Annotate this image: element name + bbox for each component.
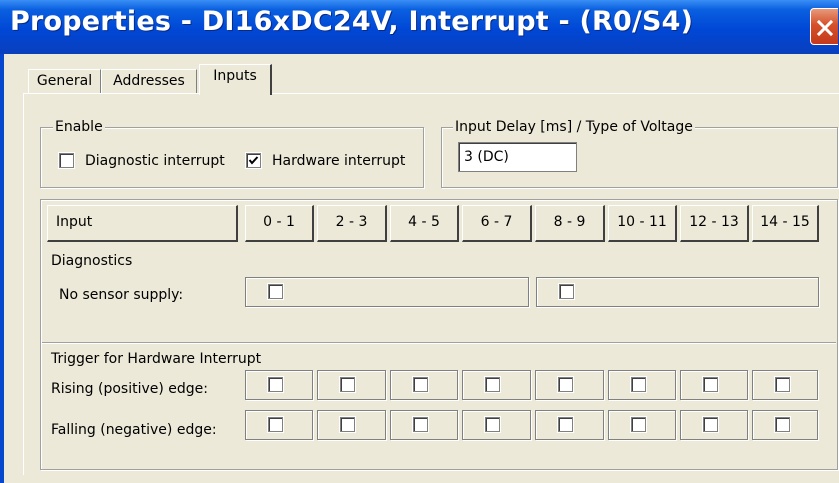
no-sensor-supply-checkbox-1[interactable] — [267, 283, 284, 300]
rising-edge-label: Rising (positive) edge: — [51, 381, 209, 397]
column-header-7: 14 - 15 — [752, 205, 819, 242]
input-delay-select[interactable]: 3 (DC) — [458, 142, 577, 172]
column-header-1: 2 - 3 — [317, 205, 387, 242]
diagnostics-section-label: Diagnostics — [51, 253, 133, 269]
no-sensor-supply-checkbox-2[interactable] — [558, 283, 575, 300]
close-icon — [816, 19, 834, 37]
title-bar: Properties - DI16xDC24V, Interrupt - (R0… — [0, 0, 839, 54]
rising-edge-cell-6 — [680, 370, 748, 400]
falling-edge-checkbox-1[interactable] — [339, 416, 356, 433]
rising-edge-cell-7 — [752, 370, 818, 400]
falling-edge-checkbox-2[interactable] — [412, 416, 429, 433]
rising-edge-cell-3 — [462, 370, 531, 400]
close-button[interactable] — [810, 8, 838, 45]
trigger-section-label: Trigger for Hardware Interrupt — [51, 351, 262, 367]
falling-edge-checkbox-5[interactable] — [630, 416, 647, 433]
rising-edge-checkbox-0[interactable] — [267, 376, 284, 393]
falling-edge-label: Falling (negative) edge: — [51, 422, 217, 438]
tab-addresses[interactable]: Addresses — [101, 69, 197, 93]
no-sensor-supply-cell-2 — [536, 277, 819, 307]
column-header-0: 0 - 1 — [245, 205, 314, 242]
enable-group-title: Enable — [53, 119, 105, 135]
input-delay-group-title: Input Delay [ms] / Type of Voltage — [453, 119, 695, 135]
falling-edge-checkbox-6[interactable] — [702, 416, 719, 433]
rising-edge-cell-1 — [317, 370, 386, 400]
falling-edge-checkbox-7[interactable] — [774, 416, 791, 433]
falling-edge-cell-7 — [752, 410, 818, 440]
falling-edge-checkbox-3[interactable] — [484, 416, 501, 433]
falling-edge-cell-2 — [390, 410, 458, 440]
input-delay-value: 3 (DC) — [464, 149, 509, 165]
tab-inputs[interactable]: Inputs — [199, 64, 272, 95]
rising-edge-checkbox-7[interactable] — [774, 376, 791, 393]
rising-edge-checkbox-3[interactable] — [484, 376, 501, 393]
section-divider — [42, 342, 836, 344]
rising-edge-cell-0 — [245, 370, 313, 400]
table-header-input-label: Input — [56, 214, 93, 230]
rising-edge-checkbox-5[interactable] — [630, 376, 647, 393]
rising-edge-checkbox-1[interactable] — [339, 376, 356, 393]
falling-edge-cell-6 — [680, 410, 748, 440]
rising-edge-cell-2 — [390, 370, 458, 400]
falling-edge-checkbox-0[interactable] — [267, 416, 284, 433]
column-header-2: 4 - 5 — [390, 205, 459, 242]
tab-general[interactable]: General — [28, 69, 101, 93]
rising-edge-cell-5 — [608, 370, 676, 400]
no-sensor-supply-cell-1 — [245, 277, 529, 307]
hardware-interrupt-checkbox[interactable] — [245, 152, 262, 169]
rising-edge-checkbox-4[interactable] — [557, 376, 574, 393]
column-header-4: 8 - 9 — [535, 205, 605, 242]
hardware-interrupt-label: Hardware interrupt — [272, 153, 406, 169]
window-title: Properties - DI16xDC24V, Interrupt - (R0… — [10, 6, 694, 37]
diagnostic-interrupt-label: Diagnostic interrupt — [85, 153, 225, 169]
table-header-input: Input — [47, 205, 238, 242]
column-header-5: 10 - 11 — [608, 205, 677, 242]
falling-edge-cell-3 — [462, 410, 531, 440]
rising-edge-cell-4 — [535, 370, 604, 400]
no-sensor-supply-label: No sensor supply: — [59, 287, 184, 303]
diagnostic-interrupt-checkbox[interactable] — [58, 152, 75, 169]
falling-edge-cell-5 — [608, 410, 676, 440]
falling-edge-cell-1 — [317, 410, 386, 440]
checkmark-icon — [248, 156, 259, 165]
falling-edge-cell-0 — [245, 410, 313, 440]
column-header-3: 6 - 7 — [462, 205, 532, 242]
rising-edge-checkbox-2[interactable] — [412, 376, 429, 393]
column-header-6: 12 - 13 — [680, 205, 749, 242]
window-frame-left — [0, 54, 4, 483]
falling-edge-cell-4 — [535, 410, 604, 440]
rising-edge-checkbox-6[interactable] — [702, 376, 719, 393]
falling-edge-checkbox-4[interactable] — [557, 416, 574, 433]
